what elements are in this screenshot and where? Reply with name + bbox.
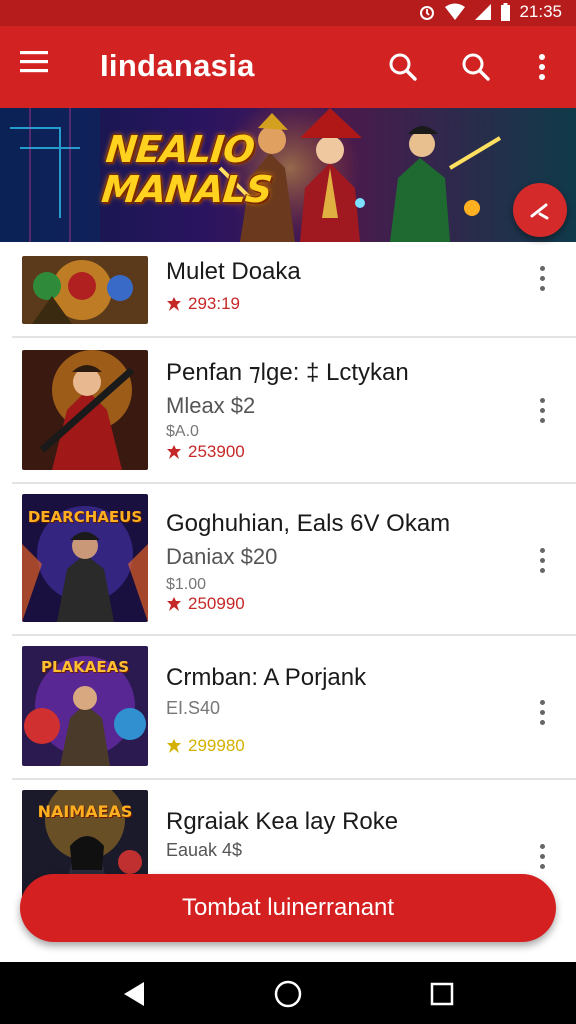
app-bar: Iindanasia [0, 26, 576, 108]
item-count: 253900 [166, 442, 245, 462]
back-icon[interactable] [114, 974, 154, 1014]
item-title: Goghuhian, Eals 6V Okam [166, 510, 451, 537]
share-fab[interactable] [513, 183, 567, 237]
item-title: Rgraiak Kea lay Roke [166, 808, 399, 835]
featured-banner[interactable]: NEALIO MANALS [0, 108, 576, 242]
item-title: Crmban: A Porjank [166, 664, 367, 691]
flame-icon [167, 739, 181, 753]
item-thumbnail [22, 256, 148, 324]
list-item[interactable]: Penfan ⁊lge: ‡ Lctykan Mleax $2 $A.0 253… [0, 338, 576, 482]
search-icon[interactable] [382, 46, 424, 88]
alarm-icon [420, 6, 435, 20]
flame-icon [167, 597, 181, 611]
status-time: 21:35 [519, 2, 562, 21]
thumbnail-text: PLAKAEAS [40, 658, 130, 676]
item-count: 250990 [166, 594, 245, 614]
item-more-button[interactable] [530, 258, 554, 298]
item-count: 299980 [166, 736, 245, 756]
search-icon-secondary[interactable] [455, 46, 497, 88]
item-count: 293:19 [166, 294, 240, 314]
menu-icon[interactable] [20, 50, 60, 84]
item-subtitle: Daniax $20 [166, 544, 278, 569]
signal-icon [475, 4, 492, 20]
banner-title: NEALIO MANALS [99, 128, 274, 211]
list-item[interactable]: DEARCHAEUS Goghuhian, Eals 6V Okam Dania… [0, 484, 576, 634]
flame-icon [167, 445, 181, 459]
wifi-icon [445, 3, 466, 20]
item-thumbnail: PLAKAEAS [22, 646, 148, 766]
flame-icon [167, 297, 181, 311]
item-subtitle: Eauak 4$ [166, 840, 243, 860]
item-title: Mulet Doaka [166, 258, 301, 285]
recents-icon[interactable] [422, 974, 462, 1014]
item-thumbnail: DEARCHAEUS [22, 494, 148, 622]
item-more-button[interactable] [530, 692, 554, 732]
list-item[interactable]: Mulet Doaka 293:19 [0, 242, 576, 338]
list-item[interactable]: PLAKAEAS Crmban: A Porjank EI.S40 299980 [0, 636, 576, 778]
item-more-button[interactable] [530, 836, 554, 876]
item-thumbnail [22, 350, 148, 470]
status-bar: 21:35 [0, 0, 576, 26]
thumbnail-text: NAIMAEAS [37, 802, 133, 821]
navigation-bar [0, 962, 576, 1024]
app-title: Iindanasia [100, 48, 255, 83]
home-icon[interactable] [268, 974, 308, 1014]
item-price: $1.00 [166, 576, 207, 593]
more-vert-icon[interactable] [521, 46, 563, 88]
item-more-button[interactable] [530, 390, 554, 430]
item-subtitle: Mleax $2 [166, 393, 256, 418]
item-more-button[interactable] [530, 540, 554, 580]
item-price: EI.S40 [166, 698, 221, 718]
item-price: $A.0 [166, 423, 199, 440]
thumbnail-text: DEARCHAEUS [27, 508, 143, 526]
item-title: Penfan ⁊lge: ‡ Lctykan [166, 359, 409, 386]
share-icon [530, 203, 549, 220]
primary-action-button[interactable]: Tombat luinerranant [20, 874, 556, 942]
battery-icon [501, 3, 511, 21]
